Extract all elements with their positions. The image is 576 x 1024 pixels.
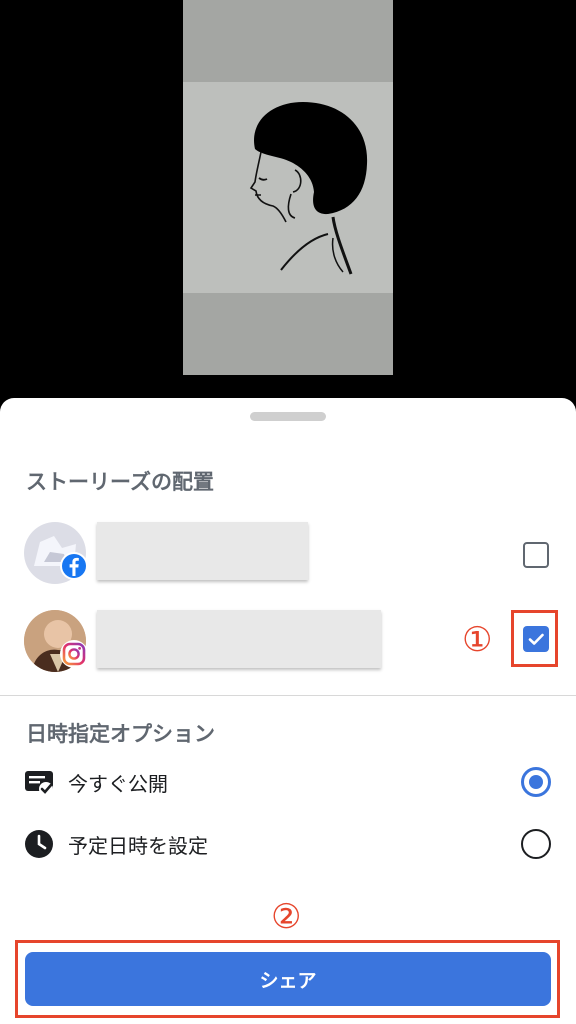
placement-section-title: ストーリーズの配置	[26, 470, 214, 494]
facebook-story-checkbox[interactable]	[523, 542, 549, 568]
option-publish-now[interactable]: 今すぐ公開	[0, 764, 576, 800]
account-name-redacted	[97, 522, 308, 580]
publish-now-icon	[24, 767, 54, 797]
section-divider	[0, 695, 576, 696]
annotation-step-2: ②	[271, 897, 302, 937]
schedule-section-title: 日時指定オプション	[26, 722, 215, 746]
instagram-icon	[60, 640, 88, 668]
account-row-facebook[interactable]	[0, 522, 576, 588]
option-label: 今すぐ公開	[68, 772, 168, 796]
option-schedule[interactable]: 予定日時を設定	[0, 826, 576, 862]
annotation-highlight-checkbox	[511, 610, 558, 667]
story-preview	[183, 0, 393, 375]
publish-now-radio[interactable]	[521, 767, 551, 797]
sheet-drag-handle[interactable]	[250, 412, 326, 421]
story-preview-area	[0, 0, 576, 400]
annotation-step-1: ①	[462, 620, 493, 660]
schedule-radio[interactable]	[521, 829, 551, 859]
share-button[interactable]: シェア	[25, 952, 551, 1006]
option-label: 予定日時を設定	[68, 834, 208, 858]
facebook-icon	[60, 552, 88, 580]
woman-profile-illustration	[249, 102, 368, 275]
clock-icon	[24, 829, 54, 859]
account-name-redacted	[97, 610, 381, 668]
share-bottom-sheet: ストーリーズの配置 ① 日時指定オプション 今すぐ公開 予定日時を設定 ② シェ…	[0, 398, 576, 1024]
story-illustration	[183, 82, 393, 293]
